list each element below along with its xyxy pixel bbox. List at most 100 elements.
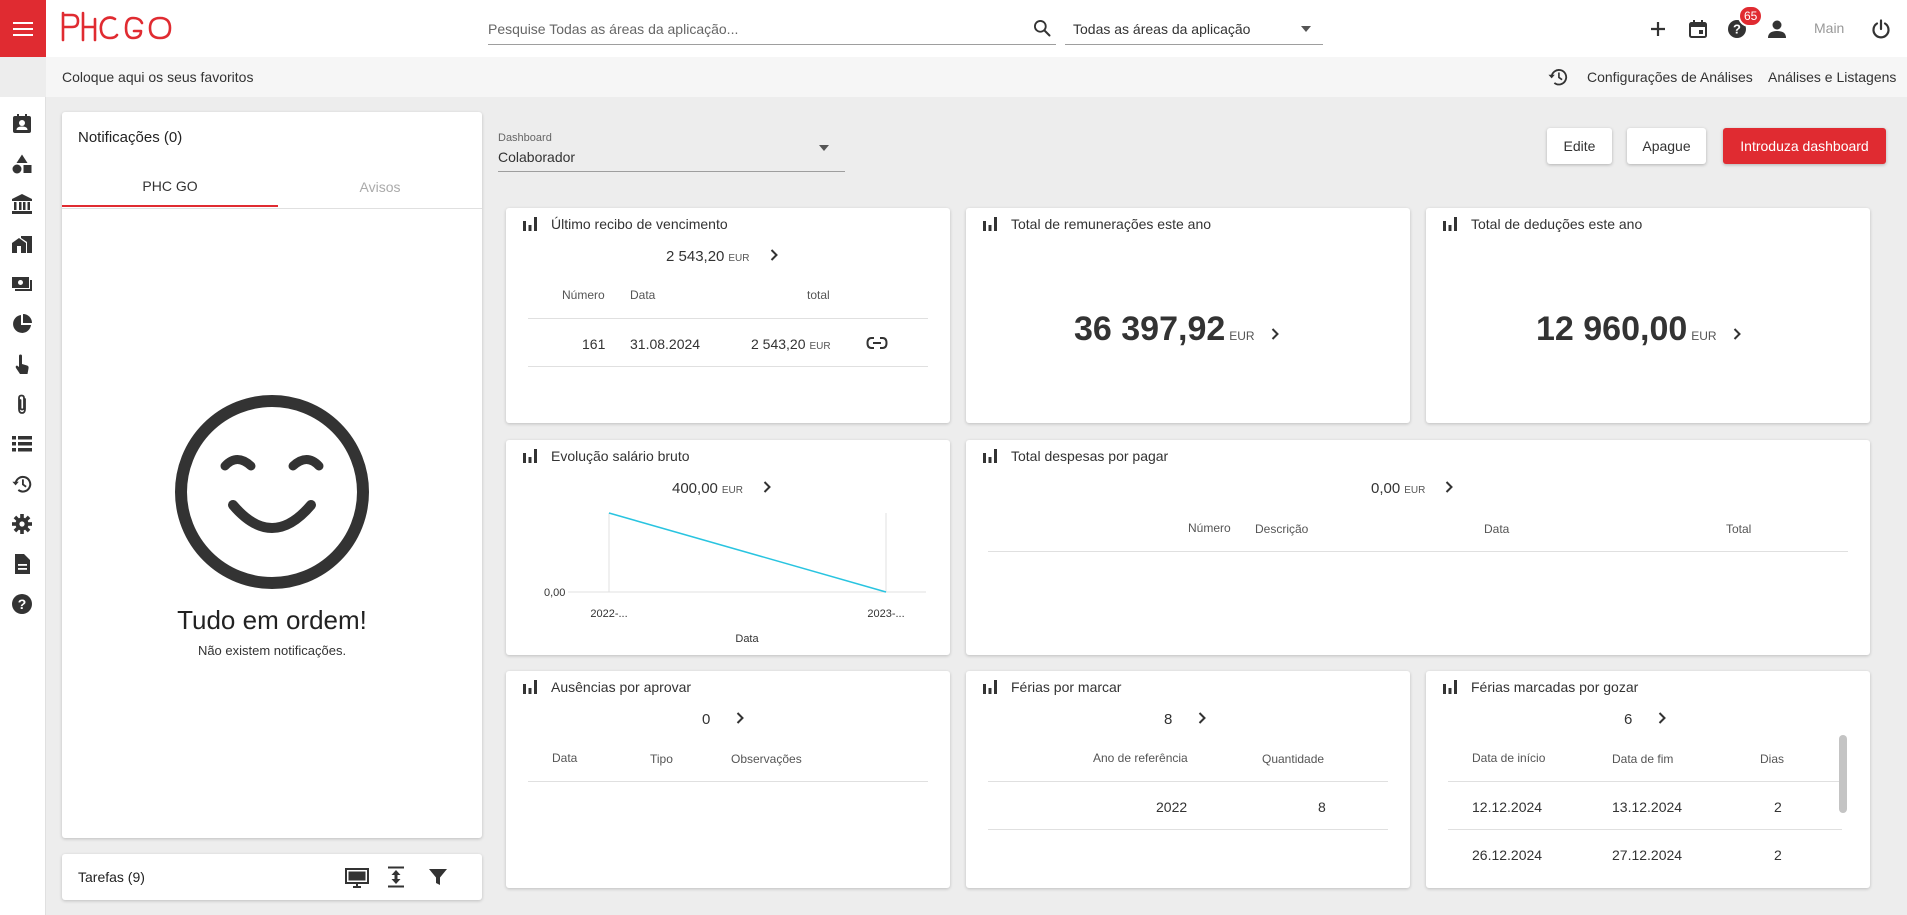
card-despesas: Total despesas por pagar 0,00 EUR Número… (966, 440, 1870, 655)
bar-chart-icon (983, 217, 997, 231)
notifications-panel: Notificações (0) PHC GO Avisos Tudo em o… (62, 112, 482, 838)
dashboard-select[interactable]: Dashboard Colaborador (498, 126, 845, 172)
col-header-total: total (807, 288, 830, 302)
gear-icon (12, 514, 32, 534)
chevron-right-icon[interactable] (1658, 712, 1667, 724)
logout-button[interactable] (1868, 16, 1894, 42)
chevron-right-icon[interactable] (1198, 712, 1207, 724)
link-icon[interactable] (866, 336, 888, 350)
col-header-data: Data (1484, 522, 1510, 536)
currency-label: EUR (1691, 329, 1717, 343)
tasks-panel: Tarefas (9) (62, 854, 482, 900)
col-header-numero: Número (562, 288, 605, 302)
ferias-marcar-value: 8 (1164, 711, 1173, 728)
history-icon[interactable] (1547, 67, 1569, 87)
user-button[interactable] (1764, 16, 1790, 42)
chevron-right-icon[interactable] (736, 712, 745, 724)
row-total: 2 543,20 (751, 336, 806, 352)
chevron-right-icon[interactable] (1733, 328, 1741, 340)
despesas-value: 0,00 (1371, 480, 1401, 497)
money-icon (12, 277, 32, 291)
sidebar-item-analytics[interactable] (9, 311, 35, 337)
company-label[interactable]: Main (1814, 20, 1844, 36)
chevron-right-icon[interactable] (1445, 481, 1454, 493)
chevron-right-icon[interactable] (770, 249, 778, 261)
bar-chart-icon (523, 680, 537, 694)
bar-chart-icon (523, 217, 537, 231)
sidebar-item-buildings[interactable] (9, 231, 35, 257)
empty-state-subtitle: Não existem notificações. (197, 643, 347, 658)
bar-chart-icon (983, 449, 997, 463)
dashboard-select-value: Colaborador (498, 149, 576, 165)
sidebar-item-history[interactable] (9, 471, 35, 497)
history-icon (12, 475, 32, 493)
expand-vertical-icon[interactable] (387, 866, 405, 888)
sidebar-item-shapes[interactable] (9, 151, 35, 177)
currency-label: EUR (1404, 485, 1426, 496)
card-title: Total despesas por pagar (1011, 448, 1169, 464)
ausencias-value: 0 (702, 711, 711, 728)
document-icon (15, 554, 30, 574)
analysis-config-link[interactable]: Configurações de Análises (1587, 69, 1753, 85)
col-header-data-inicio: Data de início (1472, 751, 1546, 765)
search-icon[interactable] (1032, 18, 1052, 38)
bar-chart-icon (983, 680, 997, 694)
phc-go-logo[interactable] (60, 10, 176, 47)
monitor-icon[interactable] (345, 867, 369, 889)
power-icon (1872, 19, 1890, 39)
col-header-descricao: Descrição (1255, 522, 1309, 536)
row-dias: 2 (1774, 847, 1782, 863)
col-header-data: Data (630, 288, 656, 302)
notification-badge: 65 (1738, 5, 1764, 27)
tab-avisos[interactable]: Avisos (278, 167, 482, 207)
smiley-icon (175, 395, 369, 589)
sidebar-item-payments[interactable] (9, 271, 35, 297)
card-title: Total de remunerações este ano (1011, 216, 1212, 232)
hamburger-menu-button[interactable] (0, 0, 46, 57)
sidebar-item-bank[interactable] (9, 191, 35, 217)
row-data-inicio: 26.12.2024 (1472, 847, 1543, 863)
sidebar-item-contacts[interactable] (9, 111, 35, 137)
card-ferias-gozar: Férias marcadas por gozar 6 Data de iníc… (1426, 671, 1870, 888)
col-header-numero: Número (1188, 521, 1231, 535)
search-bar (488, 14, 1056, 45)
sidebar-item-attachments[interactable] (9, 391, 35, 417)
help-circle-icon: ? (12, 594, 32, 614)
sidebar-item-lists[interactable] (9, 431, 35, 457)
buildings-icon (12, 236, 32, 253)
card-total-remuneracoes: Total de remunerações este ano 36 397,92… (966, 208, 1410, 423)
currency-label: EUR (1229, 329, 1255, 343)
filter-icon[interactable] (428, 867, 448, 887)
favorites-placeholder[interactable]: Coloque aqui os seus favoritos (62, 69, 253, 85)
remuneracoes-value: 36 397,92 (1074, 310, 1226, 348)
col-header-quantidade: Quantidade (1262, 752, 1325, 766)
col-header-data-fim: Data de fim (1612, 752, 1674, 766)
card-title: Férias marcadas por gozar (1471, 679, 1639, 695)
scrollbar[interactable] (1839, 735, 1847, 813)
card-ausencias: Ausências por aprovar 0 Data Tipo Observ… (506, 671, 950, 888)
delete-button[interactable]: Apague (1627, 128, 1706, 164)
edit-button[interactable]: Edite (1547, 128, 1612, 164)
card-title: Total de deduções este ano (1471, 216, 1643, 232)
chevron-right-icon[interactable] (1271, 328, 1279, 340)
add-dashboard-button[interactable]: Introduza dashboard (1723, 128, 1886, 164)
salary-line-chart: 0,00 2022-... 2023-... Data (544, 512, 926, 645)
col-header-ano: Ano de referência (1093, 751, 1188, 765)
tab-phc-go[interactable]: PHC GO (62, 167, 278, 207)
analysis-lists-link[interactable]: Análises e Listagens (1768, 69, 1896, 85)
ferias-gozar-table[interactable]: Data de início Data de fim Dias 12.12.20… (1426, 741, 1870, 864)
area-select[interactable]: Todas as áreas da aplicação (1065, 14, 1323, 45)
sidebar-item-help[interactable]: ? (9, 591, 35, 617)
sidebar-item-documents[interactable] (9, 551, 35, 577)
add-button[interactable] (1645, 16, 1671, 42)
search-input[interactable] (488, 15, 1056, 43)
y-tick-label: 0,00 (544, 587, 565, 599)
sidebar-item-settings[interactable] (9, 511, 35, 537)
favorites-bar: Coloque aqui os seus favoritos Configura… (46, 57, 1907, 97)
row-ano: 2022 (1156, 799, 1188, 815)
user-icon (1768, 20, 1786, 38)
sidebar-item-touch[interactable] (9, 351, 35, 377)
calendar-button[interactable] (1685, 16, 1711, 42)
bank-icon (12, 194, 32, 214)
sidebar: ? (0, 57, 46, 915)
